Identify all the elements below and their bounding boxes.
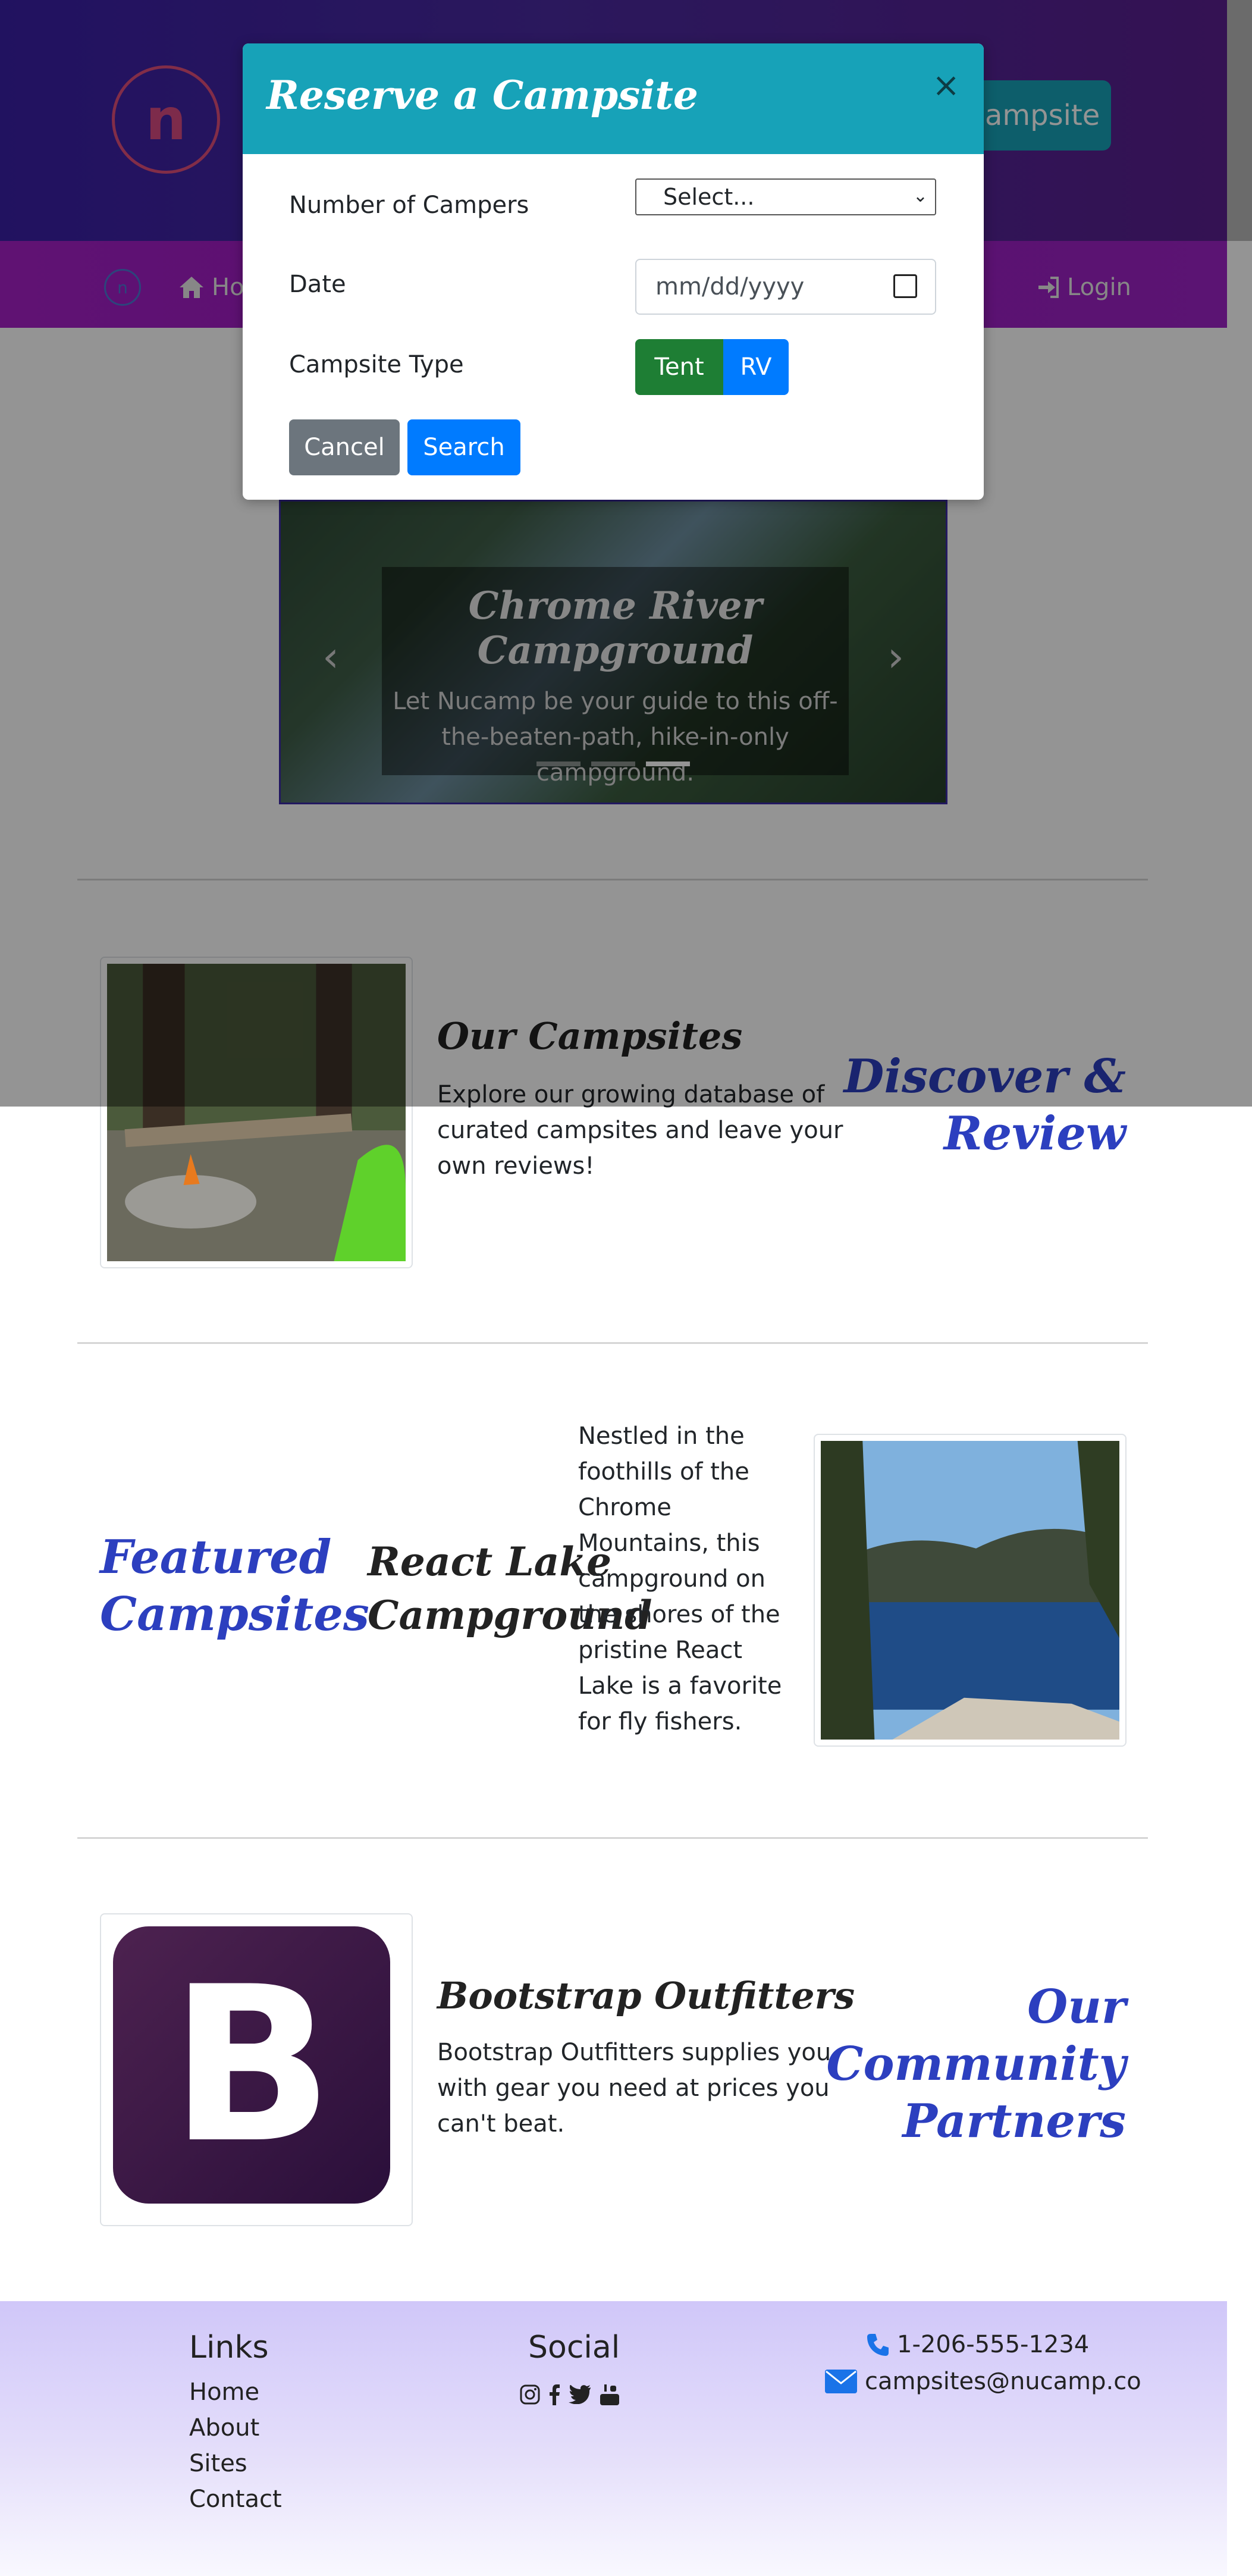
footer-phone[interactable]: 1-206-555-1234 [866, 2331, 1089, 2358]
calendar-icon[interactable] [893, 274, 917, 298]
react-lake-text: Nestled in the foothills of the Chrome M… [578, 1422, 782, 1735]
campsite-type-label: Campsite Type [289, 351, 464, 378]
rv-toggle-button[interactable]: RV [723, 339, 789, 395]
date-label: Date [289, 271, 346, 298]
footer-email[interactable]: campsites@nucamp.co [824, 2368, 1141, 2395]
footer-link-contact[interactable]: Contact [189, 2486, 282, 2513]
footer-links-title: Links [189, 2330, 269, 2365]
modal-title: Reserve a Campsite [266, 72, 698, 118]
footer-social-title: Social [528, 2330, 620, 2365]
youtube-icon[interactable] [600, 2383, 620, 2406]
modal-header: Reserve a Campsite × [243, 43, 984, 154]
footer-link-about[interactable]: About [189, 2414, 259, 2442]
close-icon[interactable]: × [932, 66, 960, 105]
footer-link-home[interactable]: Home [189, 2378, 259, 2406]
site-footer: Links Home About Sites Contact Social 1-… [0, 2301, 1227, 2576]
react-lake-image-frame [814, 1434, 1127, 1747]
community-partners-heading: Our Community Partners [826, 1980, 1126, 2148]
reserve-campsite-modal: Reserve a Campsite × Number of Campers S… [243, 43, 984, 500]
date-row: Date mm/dd/yyyy [289, 259, 943, 318]
date-input[interactable]: mm/dd/yyyy [635, 259, 936, 315]
section-divider [77, 1342, 1148, 1344]
campsite-type-row: Campsite Type Tent RV [289, 339, 943, 399]
search-button[interactable]: Search [407, 419, 520, 475]
footer-link-sites[interactable]: Sites [189, 2450, 247, 2477]
campers-row: Number of Campers Select... ⌄ [289, 178, 943, 238]
tent-toggle-button[interactable]: Tent [635, 339, 723, 395]
featured-campsites-heading: Featured Campsites [100, 1530, 369, 1641]
campers-select[interactable]: Select... ⌄ [635, 178, 936, 215]
chevron-down-icon: ⌄ [912, 186, 928, 206]
facebook-icon[interactable] [548, 2384, 560, 2405]
partner-text: Bootstrap Outfitters supplies you with g… [437, 2039, 831, 2138]
partner-logo-frame: B [100, 1913, 413, 2226]
campers-label: Number of Campers [289, 192, 529, 219]
envelope-icon [825, 2370, 857, 2393]
phone-icon [867, 2334, 889, 2356]
twitter-icon[interactable] [569, 2385, 591, 2404]
social-icons [520, 2383, 620, 2406]
bootstrap-logo: B [113, 1926, 390, 2204]
instagram-icon[interactable] [520, 2384, 540, 2405]
campsite-type-toggle: Tent RV [635, 339, 789, 395]
lake-image [821, 1441, 1119, 1740]
cancel-button[interactable]: Cancel [289, 419, 400, 475]
section-divider [77, 1837, 1148, 1839]
partner-title: Bootstrap Outfitters [437, 1974, 855, 2017]
